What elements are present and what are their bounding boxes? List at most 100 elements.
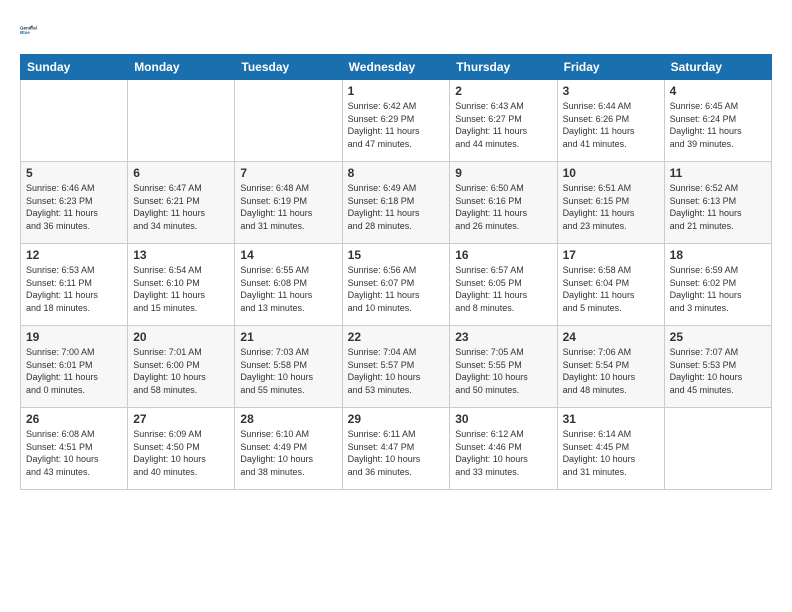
day-info: Sunrise: 6:42 AM Sunset: 6:29 PM Dayligh… bbox=[348, 100, 445, 150]
calendar-cell: 6Sunrise: 6:47 AM Sunset: 6:21 PM Daylig… bbox=[128, 162, 235, 244]
weekday-header: Sunday bbox=[21, 55, 128, 80]
calendar-cell: 16 Sunrise: 6:57 AM Sunset: 6:05 PM Dayli… bbox=[450, 244, 557, 326]
day-info: Sunrise: 6:55 AM Sunset: 6:08 PM Dayligh… bbox=[240, 264, 336, 314]
day-number: 14 bbox=[240, 248, 336, 262]
day-info: Sunrise: 6:43 AM Sunset: 6:27 PM Dayligh… bbox=[455, 100, 551, 150]
calendar-header-row: SundayMondayTuesdayWednesdayThursdayFrid… bbox=[21, 55, 772, 80]
calendar-cell: 25 Sunrise: 7:07 AM Sunset: 5:53 PM Dayli… bbox=[664, 326, 771, 408]
day-number: 15 bbox=[348, 248, 445, 262]
day-info: Sunrise: 6:14 AM Sunset: 4:45 PM Dayligh… bbox=[563, 428, 659, 478]
calendar-cell: 14 Sunrise: 6:55 AM Sunset: 6:08 PM Dayli… bbox=[235, 244, 342, 326]
calendar-cell: 5 Sunrise: 6:46 AM Sunset: 6:23 PM Daylig… bbox=[21, 162, 128, 244]
day-info: Sunrise: 7:01 AM Sunset: 6:00 PM Dayligh… bbox=[133, 346, 229, 396]
calendar-cell: 29Sunrise: 6:11 AM Sunset: 4:47 PM Dayli… bbox=[342, 408, 450, 490]
calendar-cell: 15Sunrise: 6:56 AM Sunset: 6:07 PM Dayli… bbox=[342, 244, 450, 326]
day-number: 31 bbox=[563, 412, 659, 426]
day-number: 29 bbox=[348, 412, 445, 426]
day-number: 9 bbox=[455, 166, 551, 180]
day-info: Sunrise: 6:53 AM Sunset: 6:11 PM Dayligh… bbox=[26, 264, 122, 314]
calendar-cell: 23 Sunrise: 7:05 AM Sunset: 5:55 PM Dayli… bbox=[450, 326, 557, 408]
day-number: 23 bbox=[455, 330, 551, 344]
calendar-cell bbox=[235, 80, 342, 162]
day-number: 30 bbox=[455, 412, 551, 426]
page: General Blue SundayMondayTuesdayWednesda… bbox=[0, 0, 792, 612]
day-number: 12 bbox=[26, 248, 122, 262]
day-number: 26 bbox=[26, 412, 122, 426]
calendar-cell: 22 Sunrise: 7:04 AM Sunset: 5:57 PM Dayli… bbox=[342, 326, 450, 408]
calendar-cell bbox=[21, 80, 128, 162]
day-info: Sunrise: 7:00 AM Sunset: 6:01 PM Dayligh… bbox=[26, 346, 122, 396]
weekday-header: Saturday bbox=[664, 55, 771, 80]
day-number: 24 bbox=[563, 330, 659, 344]
calendar: SundayMondayTuesdayWednesdayThursdayFrid… bbox=[20, 54, 772, 490]
weekday-header: Monday bbox=[128, 55, 235, 80]
day-info: Sunrise: 7:06 AM Sunset: 5:54 PM Dayligh… bbox=[563, 346, 659, 396]
day-number: 20 bbox=[133, 330, 229, 344]
day-number: 25 bbox=[670, 330, 766, 344]
calendar-week-row: 26 Sunrise: 6:08 AM Sunset: 4:51 PM Dayli… bbox=[21, 408, 772, 490]
day-info: Sunrise: 6:59 AM Sunset: 6:02 PM Dayligh… bbox=[670, 264, 766, 314]
day-number: 19 bbox=[26, 330, 122, 344]
calendar-cell: 17 Sunrise: 6:58 AM Sunset: 6:04 PM Dayli… bbox=[557, 244, 664, 326]
day-number: 27 bbox=[133, 412, 229, 426]
calendar-cell: 10 Sunrise: 6:51 AM Sunset: 6:15 PM Dayli… bbox=[557, 162, 664, 244]
weekday-header: Friday bbox=[557, 55, 664, 80]
day-number: 3 bbox=[563, 84, 659, 98]
day-info: Sunrise: 6:57 AM Sunset: 6:05 PM Dayligh… bbox=[455, 264, 551, 314]
day-info: Sunrise: 6:09 AM Sunset: 4:50 PM Dayligh… bbox=[133, 428, 229, 478]
day-number: 7 bbox=[240, 166, 336, 180]
day-info: Sunrise: 6:08 AM Sunset: 4:51 PM Dayligh… bbox=[26, 428, 122, 478]
calendar-cell bbox=[128, 80, 235, 162]
day-info: Sunrise: 7:07 AM Sunset: 5:53 PM Dayligh… bbox=[670, 346, 766, 396]
day-info: Sunrise: 6:48 AM Sunset: 6:19 PM Dayligh… bbox=[240, 182, 336, 232]
logo-icon: General Blue bbox=[20, 16, 48, 44]
day-info: Sunrise: 6:50 AM Sunset: 6:16 PM Dayligh… bbox=[455, 182, 551, 232]
calendar-cell: 9 Sunrise: 6:50 AM Sunset: 6:16 PM Daylig… bbox=[450, 162, 557, 244]
day-info: Sunrise: 6:58 AM Sunset: 6:04 PM Dayligh… bbox=[563, 264, 659, 314]
calendar-cell: 13 Sunrise: 6:54 AM Sunset: 6:10 PM Dayli… bbox=[128, 244, 235, 326]
day-number: 18 bbox=[670, 248, 766, 262]
day-info: Sunrise: 6:52 AM Sunset: 6:13 PM Dayligh… bbox=[670, 182, 766, 232]
day-info: Sunrise: 6:51 AM Sunset: 6:15 PM Dayligh… bbox=[563, 182, 659, 232]
day-number: 10 bbox=[563, 166, 659, 180]
day-info: Sunrise: 6:10 AM Sunset: 4:49 PM Dayligh… bbox=[240, 428, 336, 478]
day-info: Sunrise: 6:12 AM Sunset: 4:46 PM Dayligh… bbox=[455, 428, 551, 478]
day-info: Sunrise: 7:05 AM Sunset: 5:55 PM Dayligh… bbox=[455, 346, 551, 396]
header: General Blue bbox=[20, 16, 772, 44]
day-number: 16 bbox=[455, 248, 551, 262]
calendar-week-row: 19 Sunrise: 7:00 AM Sunset: 6:01 PM Dayli… bbox=[21, 326, 772, 408]
calendar-cell: 26 Sunrise: 6:08 AM Sunset: 4:51 PM Dayli… bbox=[21, 408, 128, 490]
calendar-cell: 18 Sunrise: 6:59 AM Sunset: 6:02 PM Dayli… bbox=[664, 244, 771, 326]
day-info: Sunrise: 7:03 AM Sunset: 5:58 PM Dayligh… bbox=[240, 346, 336, 396]
calendar-cell: 7 Sunrise: 6:48 AM Sunset: 6:19 PM Daylig… bbox=[235, 162, 342, 244]
calendar-cell: 28 Sunrise: 6:10 AM Sunset: 4:49 PM Dayli… bbox=[235, 408, 342, 490]
day-number: 22 bbox=[348, 330, 445, 344]
calendar-cell: 24 Sunrise: 7:06 AM Sunset: 5:54 PM Dayli… bbox=[557, 326, 664, 408]
calendar-cell: 19 Sunrise: 7:00 AM Sunset: 6:01 PM Dayli… bbox=[21, 326, 128, 408]
calendar-cell: 31 Sunrise: 6:14 AM Sunset: 4:45 PM Dayli… bbox=[557, 408, 664, 490]
day-info: Sunrise: 6:44 AM Sunset: 6:26 PM Dayligh… bbox=[563, 100, 659, 150]
day-info: Sunrise: 6:46 AM Sunset: 6:23 PM Dayligh… bbox=[26, 182, 122, 232]
svg-text:Blue: Blue bbox=[20, 30, 30, 35]
day-number: 11 bbox=[670, 166, 766, 180]
day-info: Sunrise: 6:49 AM Sunset: 6:18 PM Dayligh… bbox=[348, 182, 445, 232]
weekday-header: Tuesday bbox=[235, 55, 342, 80]
calendar-cell: 8 Sunrise: 6:49 AM Sunset: 6:18 PM Daylig… bbox=[342, 162, 450, 244]
day-number: 28 bbox=[240, 412, 336, 426]
calendar-cell: 1 Sunrise: 6:42 AM Sunset: 6:29 PM Daylig… bbox=[342, 80, 450, 162]
day-info: Sunrise: 7:04 AM Sunset: 5:57 PM Dayligh… bbox=[348, 346, 445, 396]
calendar-cell: 12 Sunrise: 6:53 AM Sunset: 6:11 PM Dayli… bbox=[21, 244, 128, 326]
day-info: Sunrise: 6:47 AM Sunset: 6:21 PM Dayligh… bbox=[133, 182, 229, 232]
day-number: 17 bbox=[563, 248, 659, 262]
day-info: Sunrise: 6:54 AM Sunset: 6:10 PM Dayligh… bbox=[133, 264, 229, 314]
calendar-cell: 21 Sunrise: 7:03 AM Sunset: 5:58 PM Dayli… bbox=[235, 326, 342, 408]
day-info: Sunrise: 6:45 AM Sunset: 6:24 PM Dayligh… bbox=[670, 100, 766, 150]
day-number: 21 bbox=[240, 330, 336, 344]
day-number: 5 bbox=[26, 166, 122, 180]
day-number: 1 bbox=[348, 84, 445, 98]
weekday-header: Wednesday bbox=[342, 55, 450, 80]
calendar-cell: 4Sunrise: 6:45 AM Sunset: 6:24 PM Daylig… bbox=[664, 80, 771, 162]
day-number: 8 bbox=[348, 166, 445, 180]
calendar-cell: 27 Sunrise: 6:09 AM Sunset: 4:50 PM Dayli… bbox=[128, 408, 235, 490]
day-number: 13 bbox=[133, 248, 229, 262]
